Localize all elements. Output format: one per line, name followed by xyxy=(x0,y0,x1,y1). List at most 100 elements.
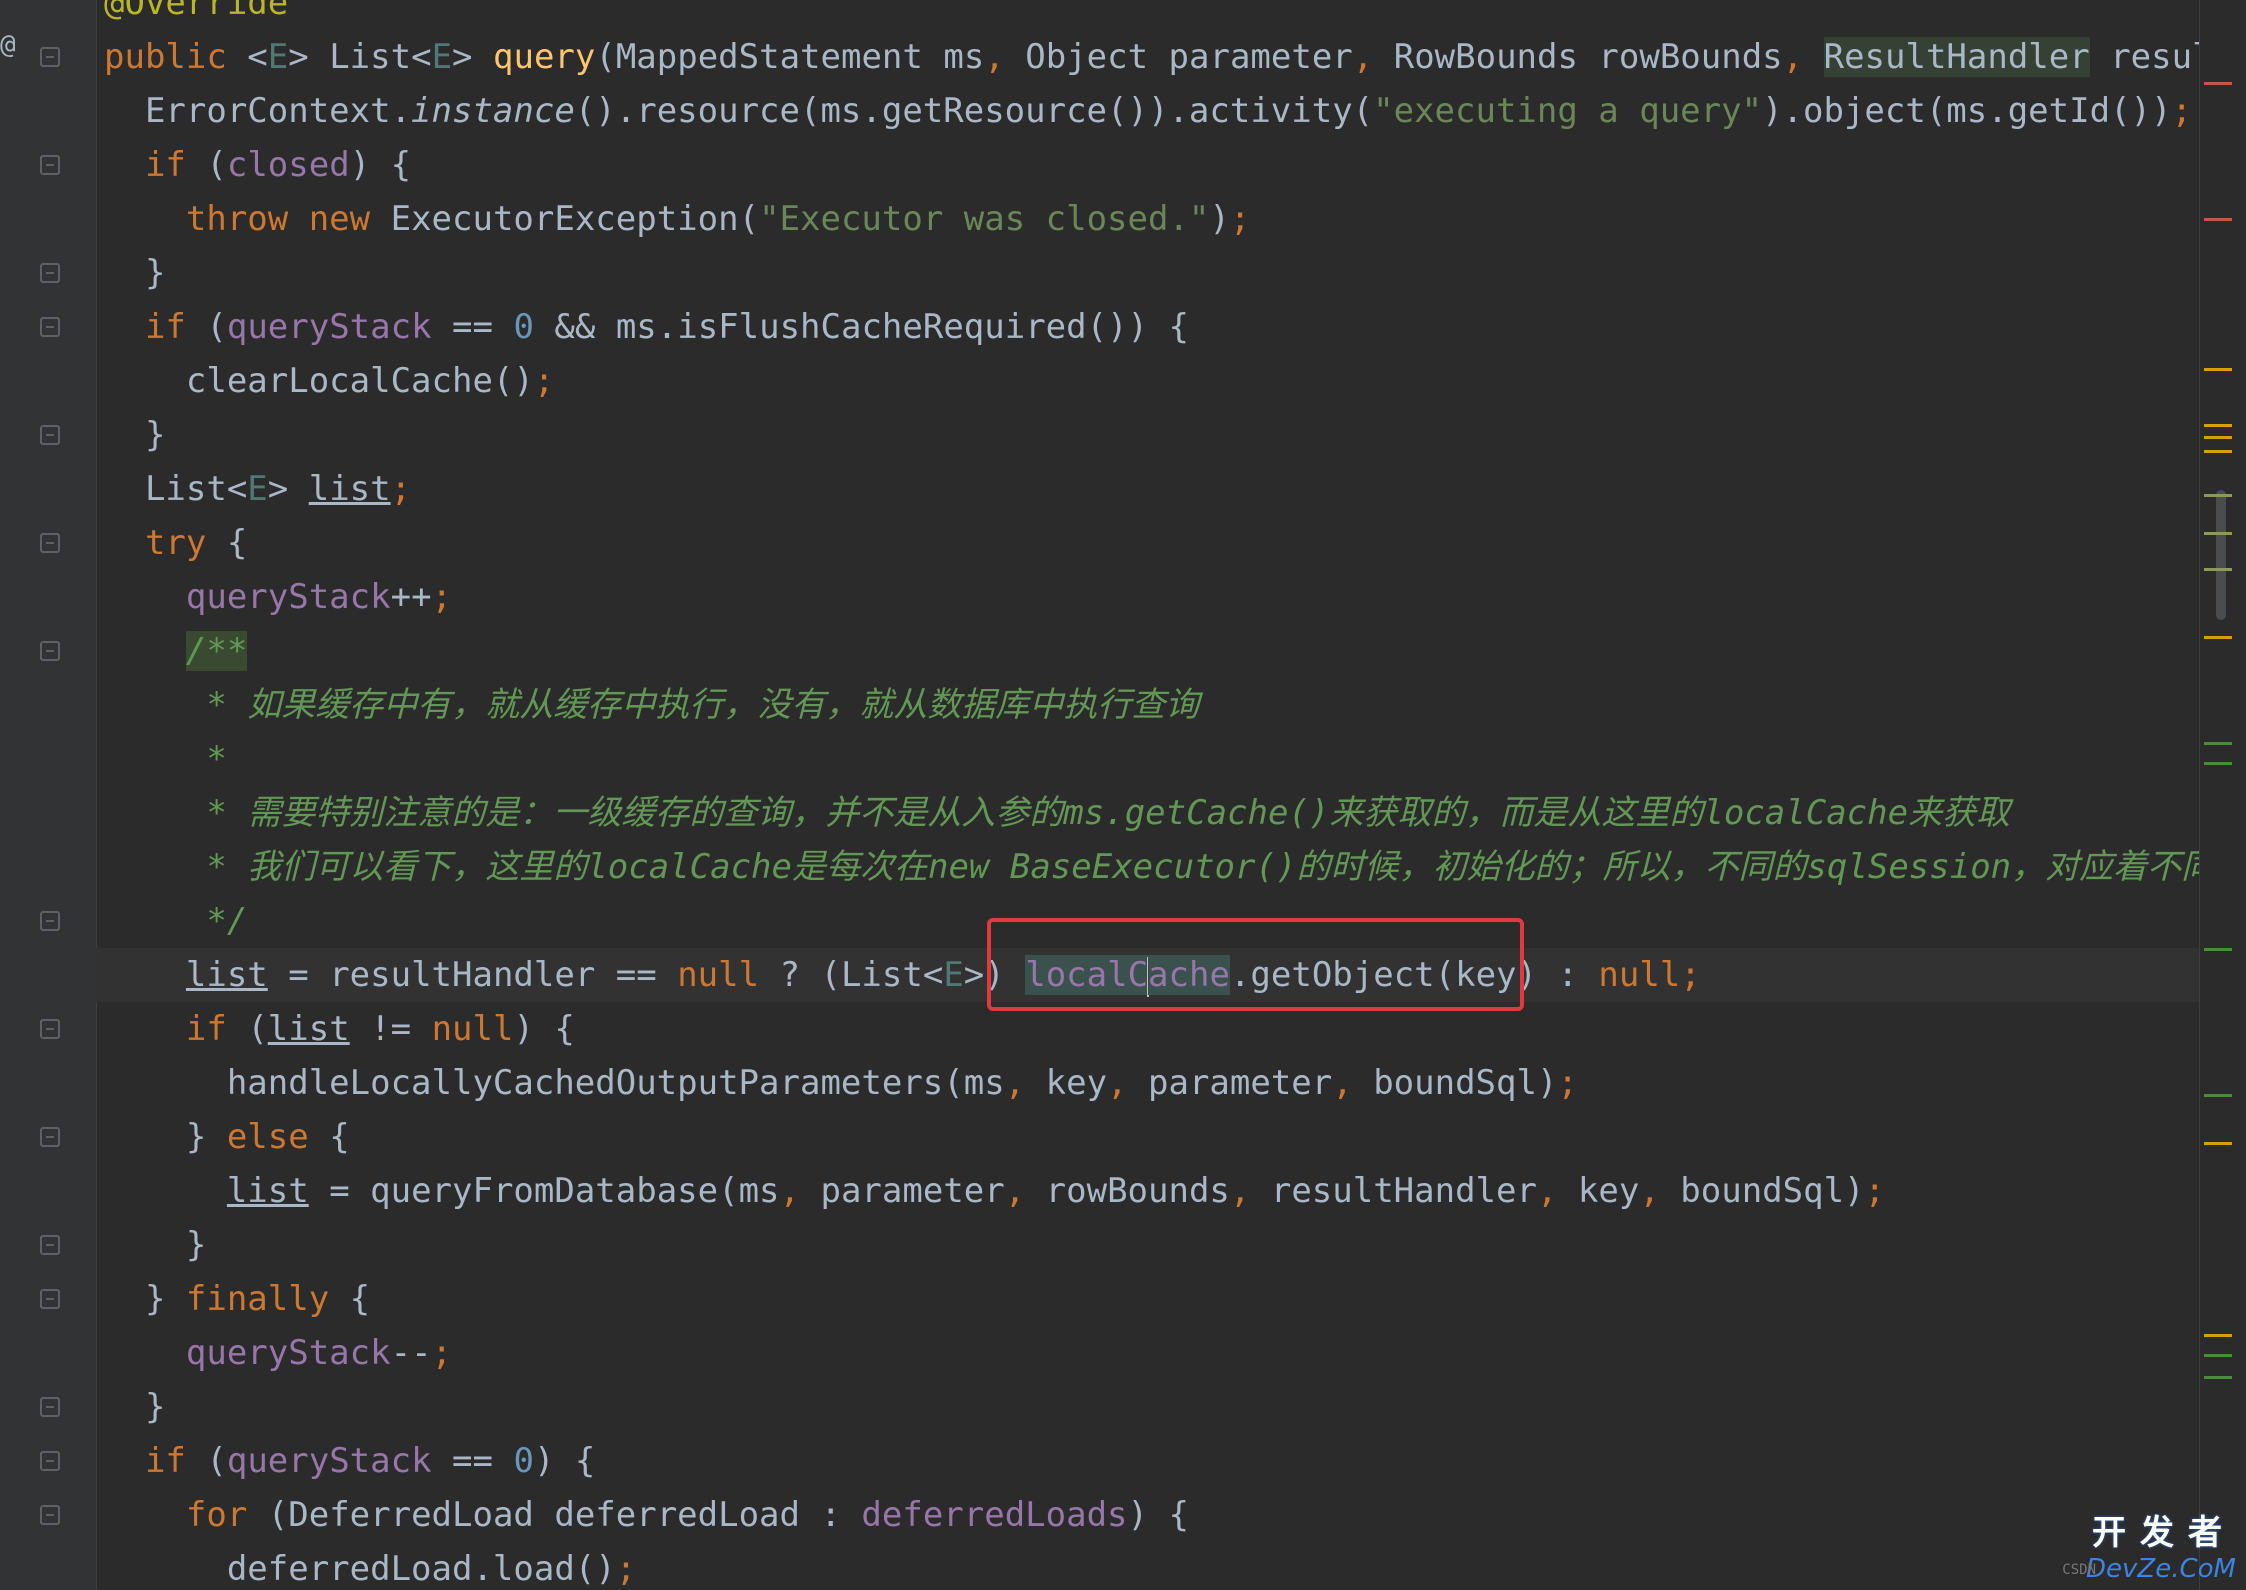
code-line[interactable]: handleLocallyCachedOutputParameters(ms, … xyxy=(104,1056,1578,1110)
error-stripe[interactable] xyxy=(2199,0,2246,1590)
code-line[interactable]: list = queryFromDatabase(ms, parameter, … xyxy=(104,1164,1885,1218)
fold-toggle-icon[interactable] xyxy=(40,1127,60,1147)
stripe-marker[interactable] xyxy=(2204,1094,2232,1097)
code-line[interactable]: clearLocalCache(); xyxy=(104,354,554,408)
code-token: List< xyxy=(104,469,248,509)
code-line[interactable]: public <E> List<E> query(MappedStatement… xyxy=(104,30,2246,84)
fold-toggle-icon[interactable] xyxy=(40,425,60,445)
code-token: /** xyxy=(185,631,248,671)
fold-toggle-icon[interactable] xyxy=(40,1019,60,1039)
code-token: boundSql) xyxy=(1373,1063,1558,1103)
stripe-marker[interactable] xyxy=(2204,948,2232,951)
stripe-marker[interactable] xyxy=(2204,742,2232,745)
code-token: -- xyxy=(390,1333,432,1373)
fold-toggle-icon[interactable] xyxy=(40,533,60,553)
code-line[interactable]: if (queryStack == 0 && ms.isFlushCacheRe… xyxy=(104,300,1189,354)
code-line[interactable]: if (list != null) { xyxy=(104,1002,575,1056)
code-token: ) { xyxy=(533,1441,596,1481)
code-token: , xyxy=(1107,1063,1148,1103)
code-token: @Override xyxy=(104,0,289,23)
code-token: ( xyxy=(206,145,227,185)
stripe-marker[interactable] xyxy=(2204,568,2232,571)
fold-toggle-icon[interactable] xyxy=(40,317,60,337)
code-line[interactable]: if (queryStack == 0) { xyxy=(104,1434,595,1488)
fold-toggle-icon[interactable] xyxy=(40,47,60,67)
code-token: } xyxy=(104,1225,207,1265)
code-line[interactable]: ErrorContext.instance().resource(ms.getR… xyxy=(104,84,2192,138)
stripe-marker[interactable] xyxy=(2204,1354,2232,1357)
code-line[interactable]: /** xyxy=(104,624,248,678)
stripe-marker[interactable] xyxy=(2204,218,2232,221)
stripe-marker[interactable] xyxy=(2204,436,2232,439)
stripe-marker[interactable] xyxy=(2204,494,2232,497)
code-line[interactable]: } finally { xyxy=(104,1272,370,1326)
code-line[interactable]: throw new ExecutorException("Executor wa… xyxy=(104,192,1250,246)
code-line[interactable]: @Override xyxy=(104,0,288,30)
stripe-marker[interactable] xyxy=(2204,450,2232,453)
code-token: ; xyxy=(2171,91,2192,131)
editor-gutter: @ xyxy=(0,0,96,1590)
stripe-marker[interactable] xyxy=(2204,636,2232,639)
code-editor[interactable]: @ @Override public <E> List<E> query(Mapp… xyxy=(0,0,2246,1590)
code-line[interactable]: List<E> list; xyxy=(104,462,411,516)
code-token: > List< xyxy=(288,37,432,77)
fold-toggle-icon[interactable] xyxy=(40,641,60,661)
code-token: boundSql) xyxy=(1680,1171,1865,1211)
code-line[interactable]: if (closed) { xyxy=(104,138,411,192)
code-token: E xyxy=(431,37,453,77)
code-token: = resultHandler == xyxy=(267,955,678,995)
code-token: (DeferredLoad deferredLoad : xyxy=(267,1495,862,1535)
fold-toggle-icon[interactable] xyxy=(40,263,60,283)
code-line[interactable]: * 我们可以看下，这里的localCache是每次在new BaseExecut… xyxy=(104,840,2246,894)
code-token: , xyxy=(1332,1063,1374,1103)
fold-toggle-icon[interactable] xyxy=(40,1451,60,1471)
code-token: key xyxy=(1577,1171,1640,1211)
code-line[interactable]: queryStack++; xyxy=(104,570,452,624)
fold-toggle-icon[interactable] xyxy=(40,1235,60,1255)
code-token: else xyxy=(226,1117,330,1157)
stripe-marker[interactable] xyxy=(2204,424,2232,427)
fold-toggle-icon[interactable] xyxy=(40,1397,60,1417)
code-line[interactable]: } else { xyxy=(104,1110,350,1164)
code-token: ) { xyxy=(349,145,412,185)
stripe-marker[interactable] xyxy=(2204,1376,2232,1379)
stripe-marker[interactable] xyxy=(2204,532,2232,535)
stripe-marker[interactable] xyxy=(2204,1142,2232,1145)
override-gutter-icon[interactable]: @ xyxy=(0,30,16,60)
code-token: list xyxy=(267,1009,350,1049)
stripe-marker[interactable] xyxy=(2204,368,2232,371)
code-line[interactable]: for (DeferredLoad deferredLoad : deferre… xyxy=(104,1488,1189,1542)
code-token: * 如果缓存中有，就从缓存中执行，没有，就从数据库中执行查询 xyxy=(104,685,1200,725)
fold-toggle-icon[interactable] xyxy=(40,911,60,931)
watermark-small-text: CSDN xyxy=(2062,1562,2096,1578)
fold-toggle-icon[interactable] xyxy=(40,1289,60,1309)
code-line[interactable]: */ xyxy=(104,894,247,948)
stripe-marker[interactable] xyxy=(2204,762,2232,765)
code-token: ; xyxy=(390,469,412,509)
fold-toggle-icon[interactable] xyxy=(40,155,60,175)
code-line[interactable]: * 如果缓存中有，就从缓存中执行，没有，就从数据库中执行查询 xyxy=(104,678,1199,732)
scrollbar-thumb[interactable] xyxy=(2216,490,2226,620)
code-line[interactable]: } xyxy=(104,1218,206,1272)
code-line[interactable]: queryStack--; xyxy=(104,1326,452,1380)
code-line[interactable]: } xyxy=(104,246,165,300)
stripe-marker[interactable] xyxy=(2204,1334,2232,1337)
code-line[interactable]: deferredLoad.load(); xyxy=(104,1542,636,1590)
fold-toggle-icon[interactable] xyxy=(40,1505,60,1525)
code-token: ErrorContext. xyxy=(104,91,412,131)
code-line[interactable]: } xyxy=(104,1380,165,1434)
code-area[interactable]: @Override public <E> List<E> query(Mapped… xyxy=(104,0,2246,1590)
code-line[interactable]: * xyxy=(104,732,226,786)
code-token: { xyxy=(329,1117,350,1157)
code-line[interactable]: } xyxy=(104,408,165,462)
code-token: throw new xyxy=(185,199,391,239)
code-token: query xyxy=(493,37,596,77)
stripe-marker[interactable] xyxy=(2204,82,2232,85)
code-line[interactable]: try { xyxy=(104,516,247,570)
code-line[interactable]: * 需要特别注意的是：一级缓存的查询，并不是从入参的ms.getCache()来… xyxy=(104,786,2010,840)
code-token: deferredLoads xyxy=(861,1495,1128,1535)
code-token: ().resource(ms.getResource()).activity( xyxy=(574,91,1374,131)
